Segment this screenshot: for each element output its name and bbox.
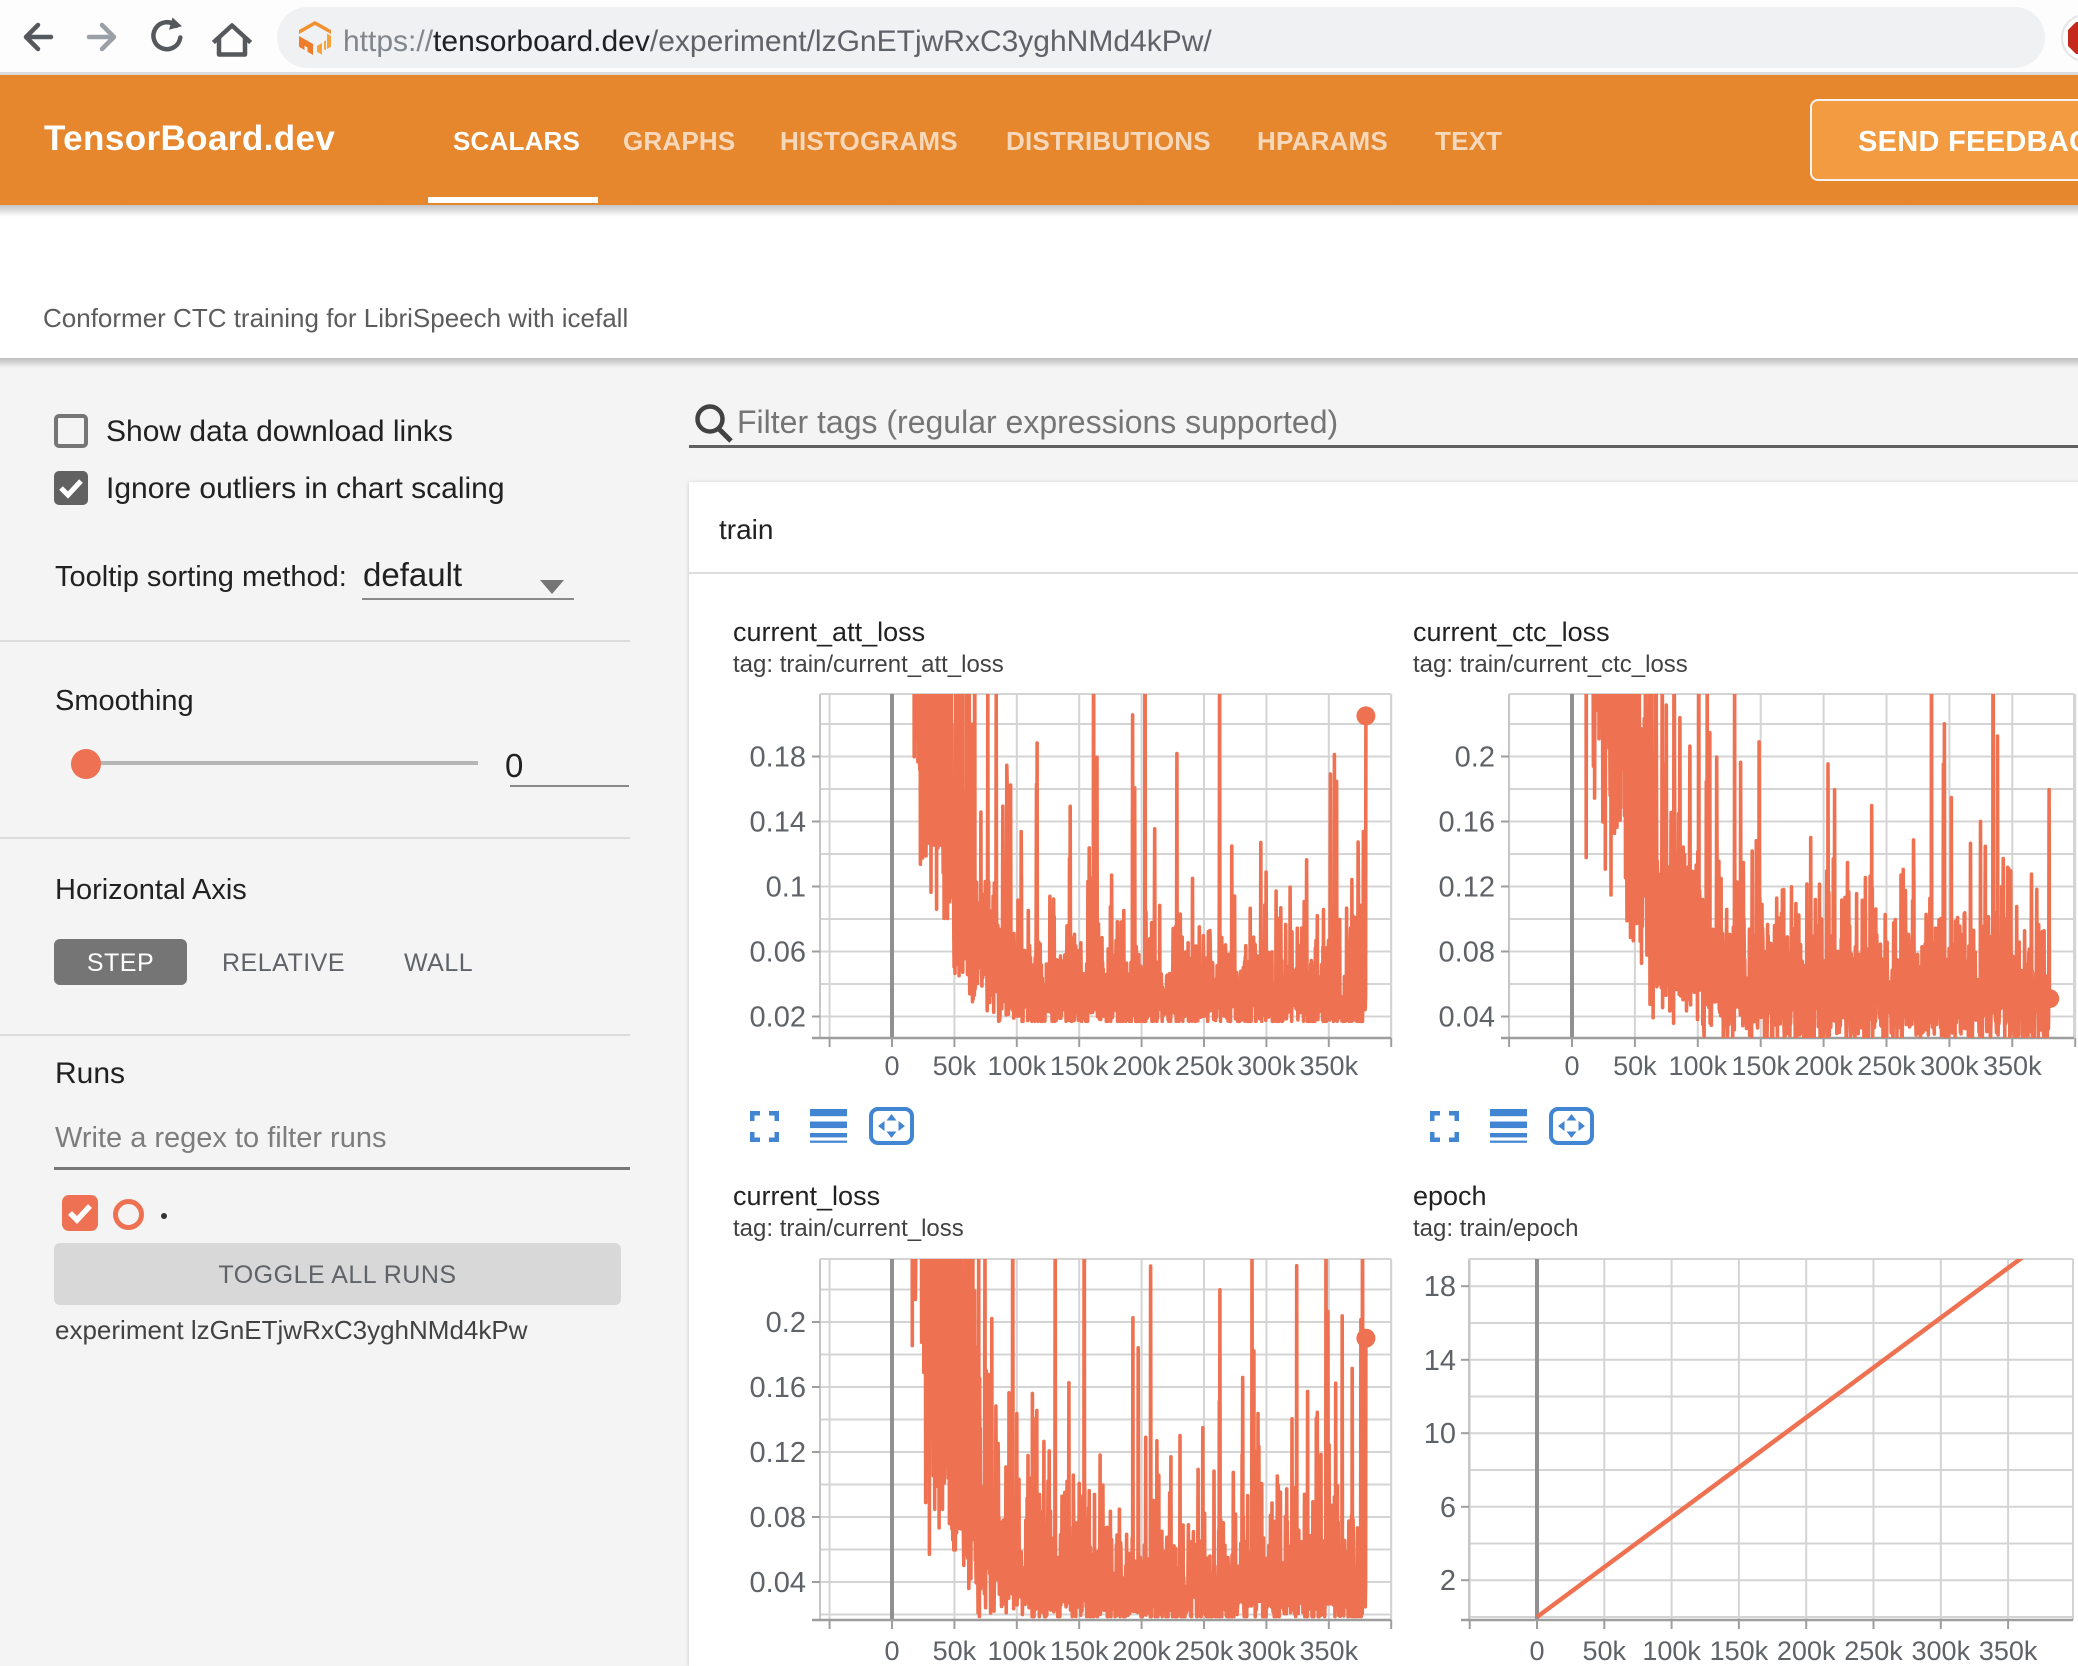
svg-text:0.12: 0.12 [1439, 872, 1495, 904]
svg-text:350k: 350k [1983, 1051, 2042, 1081]
svg-text:100k: 100k [988, 1636, 1047, 1666]
svg-text:150k: 150k [1050, 1051, 1109, 1081]
svg-text:0.12: 0.12 [750, 1437, 806, 1469]
svg-text:200k: 200k [1777, 1636, 1836, 1666]
svg-text:300k: 300k [1237, 1636, 1296, 1666]
svg-text:300k: 300k [1920, 1051, 1979, 1081]
svg-text:0.18: 0.18 [750, 742, 806, 774]
svg-text:0.1: 0.1 [766, 872, 806, 904]
svg-text:0: 0 [884, 1636, 899, 1666]
svg-text:0.04: 0.04 [750, 1567, 806, 1599]
svg-text:0.14: 0.14 [750, 807, 806, 839]
svg-text:0: 0 [1529, 1636, 1544, 1666]
svg-text:0.02: 0.02 [750, 1002, 806, 1034]
svg-text:18: 18 [1424, 1271, 1456, 1303]
svg-text:50k: 50k [933, 1051, 977, 1081]
svg-text:0: 0 [884, 1051, 899, 1081]
svg-text:250k: 250k [1175, 1636, 1234, 1666]
svg-text:350k: 350k [1979, 1636, 2038, 1666]
svg-text:200k: 200k [1112, 1636, 1171, 1666]
svg-text:6: 6 [1440, 1492, 1456, 1524]
svg-text:50k: 50k [1583, 1636, 1627, 1666]
svg-text:0.2: 0.2 [1455, 742, 1495, 774]
svg-text:0.06: 0.06 [750, 937, 806, 969]
svg-text:250k: 250k [1175, 1051, 1234, 1081]
svg-text:350k: 350k [1300, 1051, 1359, 1081]
svg-text:2: 2 [1440, 1565, 1456, 1597]
svg-text:100k: 100k [988, 1051, 1047, 1081]
svg-text:350k: 350k [1300, 1636, 1359, 1666]
svg-text:300k: 300k [1912, 1636, 1971, 1666]
svg-text:0.16: 0.16 [750, 1372, 806, 1404]
svg-text:200k: 200k [1794, 1051, 1853, 1081]
svg-text:200k: 200k [1112, 1051, 1171, 1081]
svg-text:10: 10 [1424, 1418, 1456, 1450]
svg-text:14: 14 [1424, 1345, 1456, 1377]
svg-text:300k: 300k [1237, 1051, 1296, 1081]
svg-text:250k: 250k [1844, 1636, 1903, 1666]
svg-text:100k: 100k [1642, 1636, 1701, 1666]
svg-text:0.04: 0.04 [1439, 1002, 1495, 1034]
svg-text:250k: 250k [1857, 1051, 1916, 1081]
svg-text:150k: 150k [1710, 1636, 1769, 1666]
svg-text:0.16: 0.16 [1439, 807, 1495, 839]
svg-text:0.08: 0.08 [750, 1502, 806, 1534]
svg-text:100k: 100k [1669, 1051, 1728, 1081]
svg-text:50k: 50k [933, 1636, 977, 1666]
svg-text:50k: 50k [1613, 1051, 1657, 1081]
svg-text:0.08: 0.08 [1439, 937, 1495, 969]
svg-text:0: 0 [1564, 1051, 1579, 1081]
svg-text:150k: 150k [1731, 1051, 1790, 1081]
svg-text:150k: 150k [1050, 1636, 1109, 1666]
svg-text:0.2: 0.2 [766, 1307, 806, 1339]
